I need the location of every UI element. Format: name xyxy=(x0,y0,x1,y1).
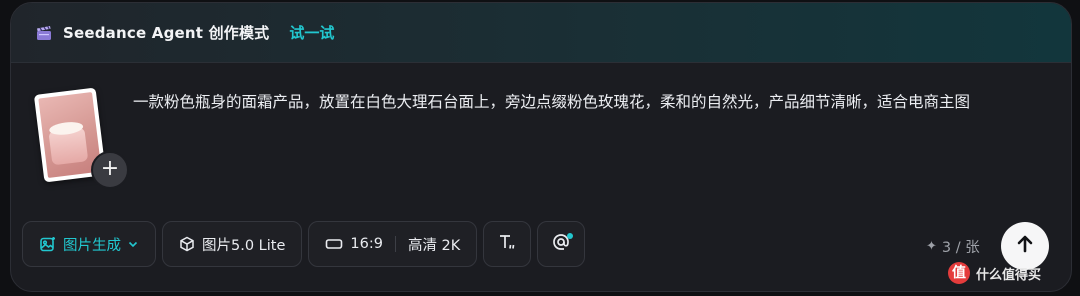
arrow-up-icon xyxy=(1014,233,1036,259)
reference-image-area: + xyxy=(33,87,129,189)
text-style-button[interactable] xyxy=(483,221,532,267)
watermark: 值 什么值得买 xyxy=(948,262,1041,284)
mention-button[interactable] xyxy=(537,221,586,267)
divider xyxy=(394,236,396,252)
image-generate-icon xyxy=(39,236,56,253)
cube-icon xyxy=(179,236,195,252)
image-count[interactable]: ✦ 3 / 张 xyxy=(926,236,980,257)
chevron-down-icon xyxy=(127,238,139,250)
notification-dot xyxy=(567,233,574,239)
model-label: 图片5.0 Lite xyxy=(202,237,286,254)
quality-label: 高清 2K xyxy=(407,237,461,254)
model-selector[interactable]: 图片5.0 Lite xyxy=(162,221,303,267)
toolbar: 图片生成 图片5.0 Lite 16:9 高清 2K xyxy=(22,221,586,267)
sparkle-icon: ✦ xyxy=(926,239,937,254)
watermark-logo: 值 xyxy=(948,262,970,284)
prompt-text[interactable]: 一款粉色瓶身的面霜产品，放置在白色大理石台面上，旁边点缀粉色玫瑰花，柔和的自然光… xyxy=(133,87,1053,117)
text-style-icon xyxy=(497,233,517,255)
try-it-link[interactable]: 试一试 xyxy=(289,22,334,43)
ratio-quality-selector[interactable]: 16:9 高清 2K xyxy=(308,221,478,267)
aspect-ratio-icon xyxy=(325,237,343,251)
mode-label: 图片生成 xyxy=(63,237,121,254)
header-title: Seedance Agent 创作模式 xyxy=(63,24,270,42)
clapperboard-icon xyxy=(35,24,53,42)
panel-header: Seedance Agent 创作模式 试一试 xyxy=(11,3,1071,63)
mode-dropdown[interactable]: 图片生成 xyxy=(22,221,156,267)
watermark-text: 什么值得买 xyxy=(976,267,1042,283)
add-image-button[interactable]: + xyxy=(91,151,129,189)
ratio-label: 16:9 xyxy=(350,236,383,252)
count-label: 3 / 张 xyxy=(941,240,980,256)
